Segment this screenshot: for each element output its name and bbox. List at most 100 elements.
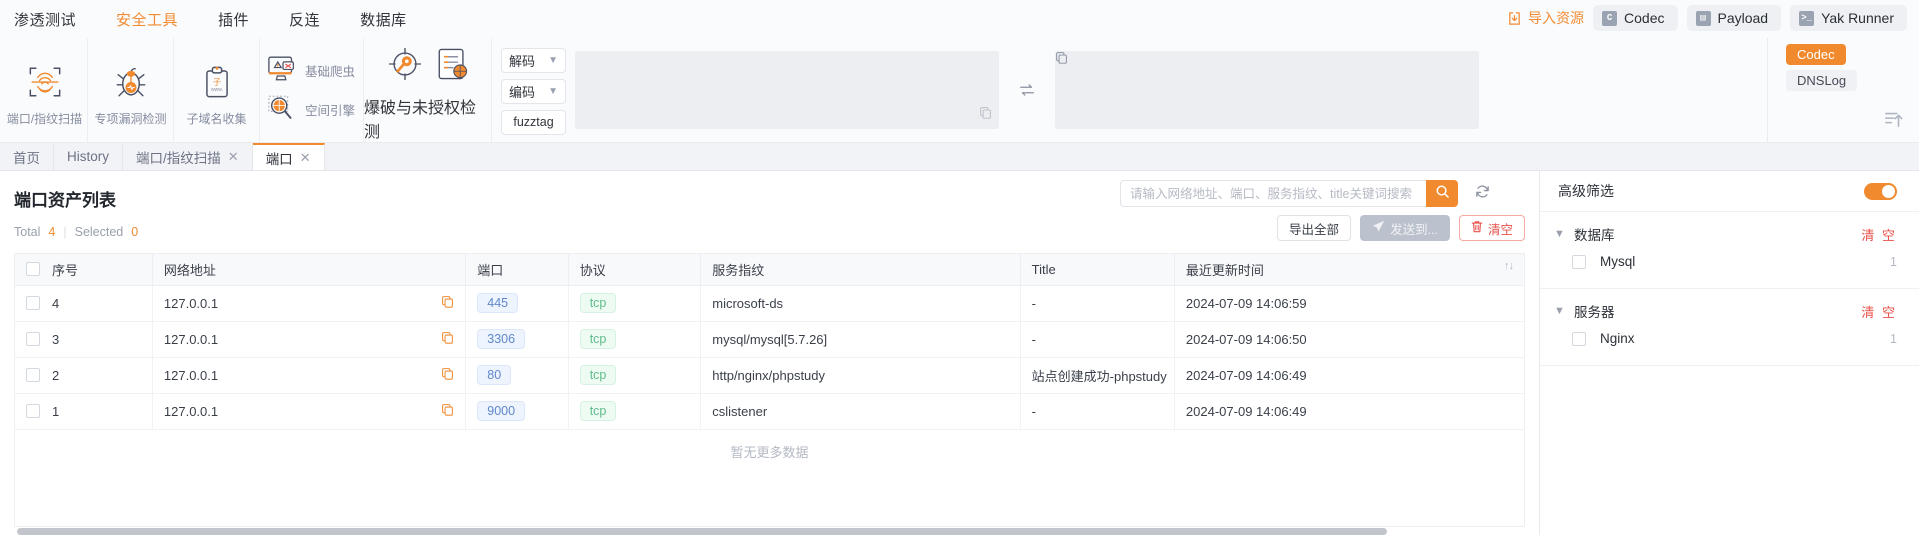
encode-select[interactable]: 编码 ▼ [501,78,566,104]
row-checkbox[interactable] [26,368,40,382]
tool-basic-crawler[interactable]: 基础爬虫 [267,55,356,87]
svg-text:子: 子 [212,77,220,86]
import-resource-label: 导入资源 [1528,10,1585,26]
column-header-port: 端口 [465,254,569,286]
cell-address: 127.0.0.1 [152,285,467,322]
tab-history[interactable]: History [54,143,124,170]
search-input[interactable] [1120,180,1426,207]
copy-icon[interactable] [441,331,454,347]
rail-tag-dnslog[interactable]: DNSLog [1786,70,1858,91]
copy-icon[interactable] [1055,51,1068,68]
tool-brute-unauth-detection[interactable]: 爆破与未授权检测 [364,38,492,142]
filter-panel-title: 高级筛选 [1558,183,1614,199]
clear-button[interactable]: 清空 [1458,215,1525,241]
address-value: 127.0.0.1 [163,367,219,383]
tab-label: 端口 [265,151,293,167]
filter-group-label: 数据库 [1574,228,1615,243]
copy-icon[interactable] [441,403,454,419]
column-header-protocol: 协议 [568,254,702,286]
filter-group-label: 服务器 [1574,305,1615,320]
rail-tag-codec[interactable]: Codec [1786,44,1846,65]
chevron-down-icon[interactable]: ▼ [1554,305,1574,317]
table-row[interactable]: 3 127.0.0.1 3306 tcp mysql/mysql[5.7.26]… [15,321,1524,358]
expand-up-icon[interactable] [1883,109,1905,134]
codec-output-area[interactable] [1055,51,1479,129]
copy-icon[interactable] [441,295,454,311]
cell-protocol: tcp [568,357,702,394]
menu-item-pentest[interactable]: 渗透测试 [14,9,76,30]
send-to-label: 发送到... [1390,222,1438,237]
cell-address: 127.0.0.1 [152,393,467,430]
cell-updated-time: 2024-07-09 14:06:50 [1174,321,1524,358]
menu-item-security-tools[interactable]: 安全工具 [116,9,178,30]
decode-select[interactable]: 解码 ▼ [501,47,566,73]
tab-home[interactable]: 首页 [0,143,54,170]
fuzztag-button[interactable]: fuzztag [501,109,566,135]
filter-group-header[interactable]: ▼ 数据库 清 空 [1540,221,1919,247]
column-header-address: 网络地址 [152,254,467,286]
filter-item-mysql[interactable]: Mysql 1 [1540,247,1919,276]
book-icon: ▤ [1695,10,1711,26]
cell-updated-time: 2024-07-09 14:06:49 [1174,357,1524,394]
column-header-updated-time[interactable]: 最近更新时间 ↑↓ [1174,254,1524,286]
cell-fingerprint: cslistener [700,393,1021,430]
tool-port-fingerprint-scan[interactable]: 端口/指纹扫描 [2,38,88,142]
yak-runner-button[interactable]: >_ Yak Runner [1790,5,1907,31]
copy-icon[interactable] [441,367,454,383]
select-all-checkbox[interactable] [26,262,40,277]
chevron-down-icon[interactable]: ▼ [1554,228,1574,240]
row-checkbox[interactable] [26,296,40,310]
search-button[interactable] [1426,180,1458,207]
export-all-button[interactable]: 导出全部 [1277,215,1352,241]
tab-strip: 首页 History 端口/指纹扫描 ✕ 端口 ✕ [0,143,1919,171]
filter-group-clear-button[interactable]: 清 空 [1861,225,1897,244]
filter-group-header[interactable]: ▼ 服务器 清 空 [1540,298,1919,324]
filter-enable-toggle[interactable] [1864,182,1897,200]
cell-index: 2 [15,357,153,394]
refresh-button[interactable] [1474,183,1491,205]
send-to-button[interactable]: 发送到... [1360,215,1450,241]
menu-item-plugins[interactable]: 插件 [218,9,249,30]
filter-item-checkbox[interactable] [1572,254,1586,269]
filter-item-checkbox[interactable] [1572,331,1586,346]
tool-subdomain-collect[interactable]: 子 www. 子域名收集 [174,38,260,142]
tab-label: 首页 [13,150,40,166]
tab-port-fingerprint-scan[interactable]: 端口/指纹扫描 ✕ [123,143,253,170]
menu-item-database[interactable]: 数据库 [360,9,407,30]
codec-button[interactable]: C Codec [1593,5,1678,31]
menu-item-reverse[interactable]: 反连 [289,9,320,30]
tab-label: History [67,149,110,164]
page-header: 端口资产列表 [0,171,1539,213]
copy-icon[interactable] [979,106,992,124]
scrollbar-thumb[interactable] [17,528,1387,535]
payload-button[interactable]: ▤ Payload [1686,5,1782,31]
codec-swap-button[interactable] [1008,81,1046,99]
tool-vuln-detection[interactable]: 专项漏洞检测 [88,38,174,142]
tab-close-icon[interactable]: ✕ [300,150,311,166]
counts: Total 4 | Selected 0 [14,225,138,239]
filter-item-nginx[interactable]: Nginx 1 [1540,324,1919,353]
tab-port[interactable]: 端口 ✕ [252,143,325,170]
row-checkbox[interactable] [26,332,40,346]
filter-item-count: 1 [1890,254,1897,269]
sort-icon[interactable]: ↑↓ [1504,260,1514,272]
page-title: 端口资产列表 [14,191,116,210]
table-row[interactable]: 4 127.0.0.1 445 tcp microsoft-ds - 2024-… [15,285,1524,322]
cell-index: 1 [15,393,153,430]
tool-space-engine[interactable]: 空间引擎 [267,94,356,126]
filter-group-clear-button[interactable]: 清 空 [1861,302,1897,321]
horizontal-scrollbar[interactable] [14,526,1525,535]
tab-close-icon[interactable]: ✕ [228,149,239,165]
row-checkbox[interactable] [26,404,40,418]
selected-label: Selected [74,225,124,239]
yak-runner-button-label: Yak Runner [1821,10,1894,26]
row-index: 2 [52,367,60,383]
import-resource-button[interactable]: 导入资源 [1507,8,1584,28]
table-row[interactable]: 2 127.0.0.1 80 tcp http/nginx/phpstudy 站… [15,357,1524,394]
table-row[interactable]: 1 127.0.0.1 9000 tcp cslistener - 2024-0… [15,393,1524,430]
codec-input-area[interactable] [575,51,999,129]
divider: | [63,225,67,239]
tab-label: 端口/指纹扫描 [136,150,221,166]
address-value: 127.0.0.1 [163,295,219,311]
trash-icon [1471,220,1483,236]
